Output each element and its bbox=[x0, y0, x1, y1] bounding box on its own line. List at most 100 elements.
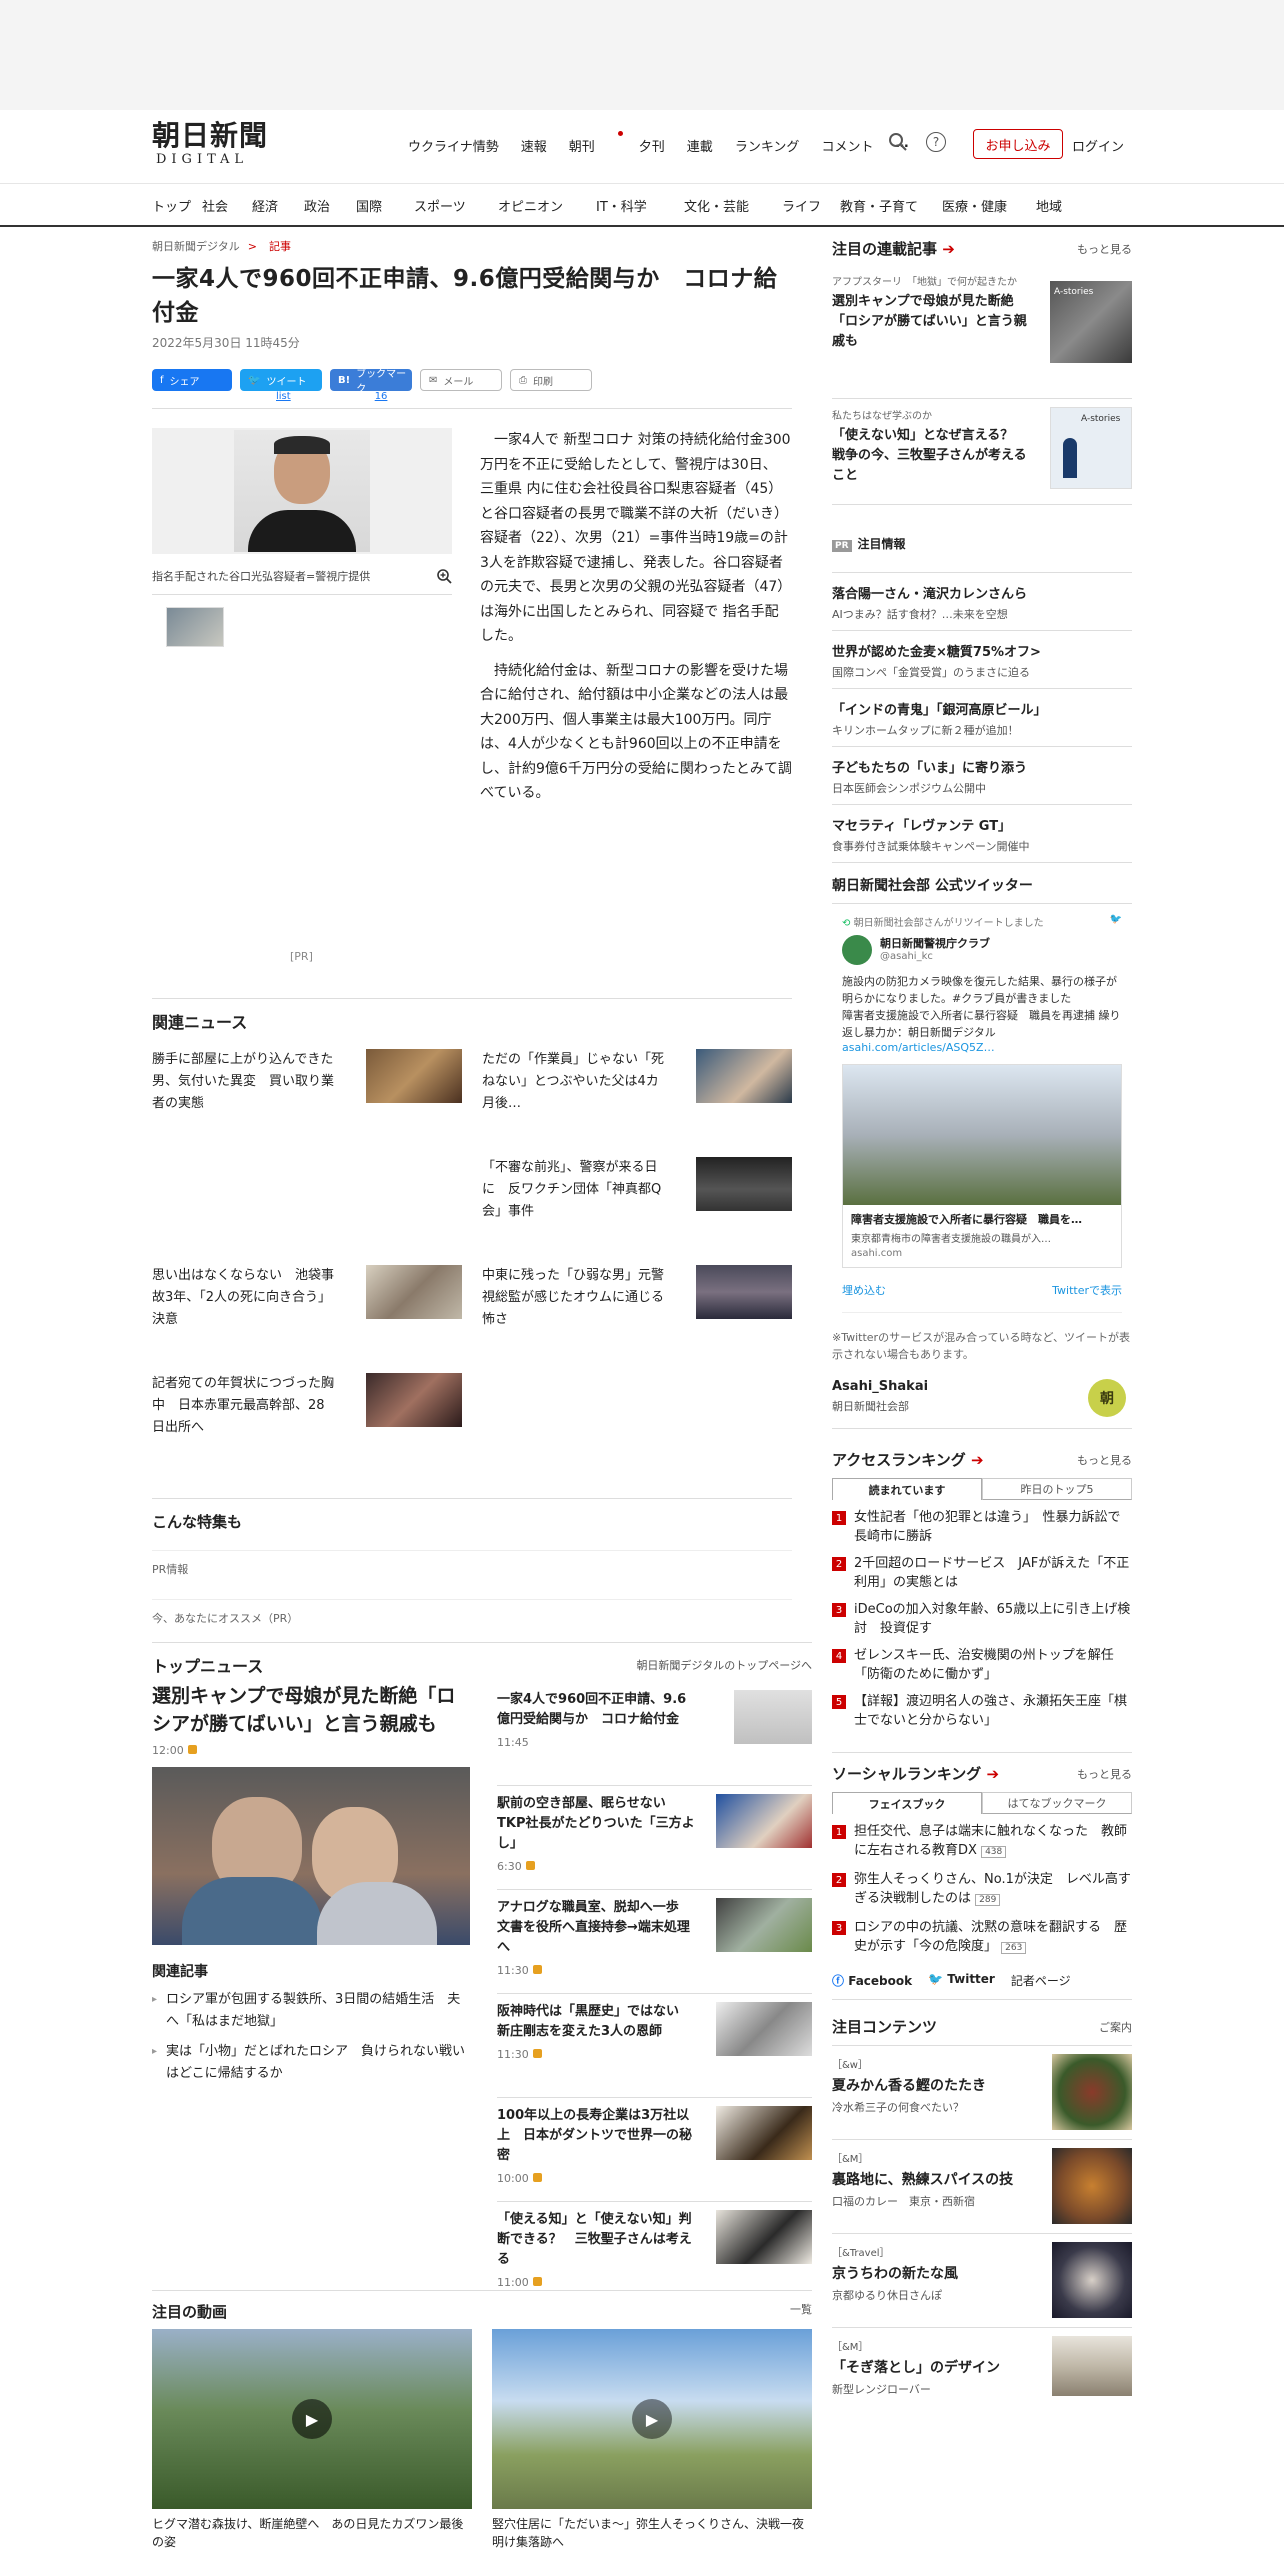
ranking-item[interactable]: 2 2千回超のロードサービス JAFが訴えた「不正利用」の実態とは bbox=[832, 1554, 1132, 1592]
view-on-twitter-link[interactable]: Twitterで表示 bbox=[1052, 1282, 1122, 1298]
top-news-item[interactable]: 阪神時代は「黒歴史」ではない 新庄剛志を変えた3人の恩師 11:30 bbox=[497, 1994, 812, 2098]
play-icon[interactable]: ▶ bbox=[292, 2399, 332, 2439]
cat-culture[interactable]: 文化・芸能 bbox=[684, 196, 782, 215]
video-thumbnail[interactable]: ▶ bbox=[152, 2329, 472, 2509]
content-item[interactable]: ［&M］ 裏路地に、熟練スパイスの技 口福のカレー 東京・西新宿 bbox=[832, 2140, 1132, 2234]
twitter-profile[interactable]: Asahi_Shakai 朝日新聞社会部 朝 bbox=[832, 1379, 1132, 1429]
cat-opinion[interactable]: オピニオン bbox=[498, 196, 596, 215]
nav-morning[interactable]: 朝刊 bbox=[569, 131, 623, 155]
site-logo[interactable]: 朝日新聞 DIGITAL bbox=[152, 120, 282, 168]
social-item[interactable]: 2 弥生人そっくりさん、No.1が決定 レベル高すぎる決戦制したのは 289 bbox=[832, 1870, 1132, 1910]
video-title[interactable]: ヒグマ潜む森抜け、断崖絶壁へ あの日見たカズワン最後の姿 bbox=[152, 2515, 472, 2551]
nav-ranking[interactable]: ランキング bbox=[735, 136, 800, 155]
ranking-item[interactable]: 1 女性記者「他の犯罪とは違う」 性暴力訴訟で長崎市に勝訴 bbox=[832, 1508, 1132, 1546]
tab-yesterday-top5[interactable]: 昨日のトップ5 bbox=[982, 1478, 1132, 1500]
embed-link[interactable]: 埋め込む bbox=[842, 1282, 886, 1298]
cat-international[interactable]: 国際 bbox=[356, 196, 414, 215]
tab-most-read[interactable]: 読まれています bbox=[832, 1478, 982, 1500]
related-item[interactable]: 勝手に部屋に上がり込んできた男、気付いた異変 買い取り業者の実態 bbox=[152, 1049, 462, 1115]
cat-sports[interactable]: スポーツ bbox=[414, 196, 498, 215]
related-item[interactable]: 思い出はなくならない 池袋事故3年、「2人の死に向き合う」決意 bbox=[152, 1265, 462, 1331]
pr-info-item[interactable]: 世界が認めた金麦×糖質75%オフ> 国際コンペ「金賞受賞」のうまさに迫る bbox=[832, 631, 1132, 689]
pr-info-item[interactable]: 「インドの青鬼」「銀河高原ビール」 キリンホームタップに新２種が追加！ bbox=[832, 689, 1132, 747]
cat-education[interactable]: 教育・子育て bbox=[840, 196, 942, 215]
login-link[interactable]: ログイン bbox=[1072, 136, 1124, 155]
video-title[interactable]: 竪穴住居に「ただいま～」弥生人そっくりさん、決戦一夜明け集落跡へ bbox=[492, 2515, 812, 2551]
pr-info-item[interactable]: マセラティ「レヴァンテ GT」 食事券付き試乗体験キャンペーン開催中 bbox=[832, 805, 1132, 863]
related-item[interactable]: 「不審な前兆」、警察が来る日に 反ワクチン団体「神真都Q会」事件 bbox=[482, 1157, 792, 1223]
social-more-link[interactable]: もっと見る bbox=[1077, 1766, 1132, 1782]
related-item[interactable]: ただの「作業員」じゃない「死ねない」とつぶやいた父は4カ月後… bbox=[482, 1049, 792, 1115]
facebook-share-button[interactable]: f シェア bbox=[152, 369, 232, 391]
cat-top[interactable]: トップ bbox=[152, 196, 202, 215]
facebook-page-link[interactable]: ⓕ Facebook bbox=[832, 1972, 912, 1989]
top-news-item[interactable]: 駅前の空き部屋、眠らせない TKP社長がたどりついた「三方よし」 6:30 bbox=[497, 1786, 812, 1890]
serial-item[interactable]: アフプスターリ 「地獄」で何が起きたか 選別キャンプで母娘が見た断絶 「ロシアが… bbox=[832, 267, 1132, 399]
content-item[interactable]: ［&Travel］ 京うちわの新たな風 京都ゆるり休日さんぽ bbox=[832, 2234, 1132, 2328]
nav-comment[interactable]: コメント bbox=[821, 136, 873, 155]
nav-evening[interactable]: 夕刊 bbox=[639, 136, 665, 155]
video-more-link[interactable]: 一覧 bbox=[790, 2301, 812, 2322]
cat-economy[interactable]: 経済 bbox=[252, 196, 304, 215]
tweet-account-name[interactable]: 朝日新聞警視庁クラブ bbox=[880, 935, 990, 951]
lead-title[interactable]: 選別キャンプで母娘が見た断絶「ロシアが勝てばいい」と言う親戚も bbox=[152, 1682, 470, 1738]
cat-medical[interactable]: 医療・健康 bbox=[942, 196, 1036, 215]
serial-item[interactable]: 私たちはなぜ学ぶのか 「使えない知」となぜ言える？ 戦争の今、三牧聖子さんが考え… bbox=[832, 399, 1132, 505]
ranking-item[interactable]: 4 ゼレンスキー氏、治安機関の州トップを解任「防衛のために働かず」 bbox=[832, 1646, 1132, 1684]
related-article-link[interactable]: ロシア軍が包囲する製鉄所、3日間の結婚生活 夫へ「私はまだ地獄」 bbox=[152, 1989, 470, 2033]
avatar[interactable] bbox=[842, 935, 872, 965]
related-item[interactable]: 記者宛ての年賀状につづった胸中 日本赤軍元最高幹部、28日出所へ bbox=[152, 1373, 462, 1439]
social-item[interactable]: 3 ロシアの中の抗議、沈黙の意味を翻訳する 歴史が示す「今の危険度」 263 bbox=[832, 1918, 1132, 1958]
pr-info-item[interactable]: 子どもたちの「いま」に寄り添う 日本医師会シンポジウム公開中 bbox=[832, 747, 1132, 805]
top-news-item[interactable]: 100年以上の長寿企業は3万社以上 日本がダントツで世界一の秘密 10:00 bbox=[497, 2098, 812, 2202]
tweet-handle[interactable]: @asahi_kc bbox=[880, 951, 990, 962]
tab-hatena[interactable]: はてなブックマーク bbox=[982, 1792, 1132, 1814]
cat-region[interactable]: 地域 bbox=[1036, 196, 1076, 215]
top-news-item[interactable]: 一家4人で960回不正申請、9.6億円受給関与か コロナ給付金 11:45 bbox=[497, 1682, 812, 1786]
contents-guide-link[interactable]: ご案内 bbox=[1099, 2019, 1132, 2035]
content-item[interactable]: ［&w］ 夏みかん香る鰹のたたき 冷水希三子の何食べたい？ bbox=[832, 2046, 1132, 2140]
cat-politics[interactable]: 政治 bbox=[304, 196, 356, 215]
content-item[interactable]: ［&M］ 「そぎ落とし」のデザイン 新型レンジローバー bbox=[832, 2328, 1132, 2400]
cat-life[interactable]: ライフ bbox=[782, 196, 840, 215]
mail-button[interactable]: ✉ メール bbox=[420, 369, 502, 391]
reporter-page-link[interactable]: 記者ページ bbox=[1011, 1972, 1071, 1989]
social-ranking-heading[interactable]: ソーシャルランキング bbox=[832, 1765, 981, 1783]
print-button[interactable]: ⎙ 印刷 bbox=[510, 369, 592, 391]
subscribe-button[interactable]: お申し込み bbox=[973, 129, 1063, 159]
related-article-link[interactable]: 実は「小物」だとばれたロシア 負けられない戦いはどこに帰結するか bbox=[152, 2041, 470, 2085]
tweet-button[interactable]: 🐦 ツイート bbox=[240, 369, 322, 391]
social-item[interactable]: 1 担任交代、息子は端末に触れなくなった 教師に左右される教育DX 438 bbox=[832, 1822, 1132, 1862]
tweet-link[interactable]: asahi.com/articles/ASQ5Z… bbox=[842, 1041, 1122, 1054]
top-news-item[interactable]: アナログな職員室、脱却へ一歩 文書を役所へ直接持参→端末処理へ 11:30 bbox=[497, 1890, 812, 1994]
lead-image[interactable] bbox=[152, 1767, 470, 1945]
nav-serial[interactable]: 連載 bbox=[687, 136, 713, 155]
twitter-page-link[interactable]: 🐦 Twitter bbox=[928, 1972, 995, 1989]
cat-it-science[interactable]: IT・科学 bbox=[596, 196, 684, 215]
serial-more-link[interactable]: もっと見る bbox=[1077, 241, 1132, 257]
photo-thumbnail[interactable] bbox=[166, 607, 224, 647]
play-icon[interactable]: ▶ bbox=[632, 2399, 672, 2439]
access-more-link[interactable]: もっと見る bbox=[1077, 1452, 1132, 1468]
help-icon[interactable]: ? bbox=[926, 132, 946, 152]
access-ranking-heading[interactable]: アクセスランキング bbox=[832, 1451, 966, 1469]
search-icon[interactable] bbox=[888, 132, 908, 152]
top-news-more-link[interactable]: 朝日新聞デジタルのトップページへ bbox=[636, 1657, 812, 1673]
cat-society[interactable]: 社会 bbox=[202, 196, 252, 215]
bookmark-count[interactable]: 16 bbox=[375, 391, 388, 402]
related-item[interactable]: 中東に残った「ひ弱な男」元警視総監が感じたオウムに通じる怖さ bbox=[482, 1265, 792, 1331]
nav-breaking[interactable]: 速報 bbox=[521, 136, 547, 155]
tab-facebook[interactable]: フェイスブック bbox=[832, 1792, 982, 1814]
zoom-icon[interactable] bbox=[436, 568, 452, 584]
nav-ukraine[interactable]: ウクライナ情勢 bbox=[408, 136, 499, 155]
breadcrumb-home[interactable]: 朝日新聞デジタル bbox=[152, 240, 240, 253]
serial-heading[interactable]: 注目の連載記事 bbox=[832, 240, 937, 258]
bookmark-button[interactable]: B! ブックマーク bbox=[330, 369, 412, 395]
ranking-item[interactable]: 3 iDeCoの加入対象年齢、65歳以上に引き上げ検討 投資促す bbox=[832, 1600, 1132, 1638]
tweet-list-link[interactable]: list bbox=[276, 391, 291, 402]
pr-info-item[interactable]: 落合陽一さん・滝沢カレンさんら AIつまみ？話す食材？…未来を空想 bbox=[832, 573, 1132, 631]
breadcrumb-current[interactable]: 記事 bbox=[269, 240, 291, 253]
tweet-card[interactable]: 障害者支援施設で入所者に暴行容疑 職員を… 東京都青梅市の障害者支援施設の職員が… bbox=[842, 1064, 1122, 1268]
article-photo[interactable] bbox=[152, 428, 452, 554]
ranking-item[interactable]: 5 【詳報】渡辺明名人の強さ、永瀬拓矢王座「棋士でないと分からない」 bbox=[832, 1692, 1132, 1730]
